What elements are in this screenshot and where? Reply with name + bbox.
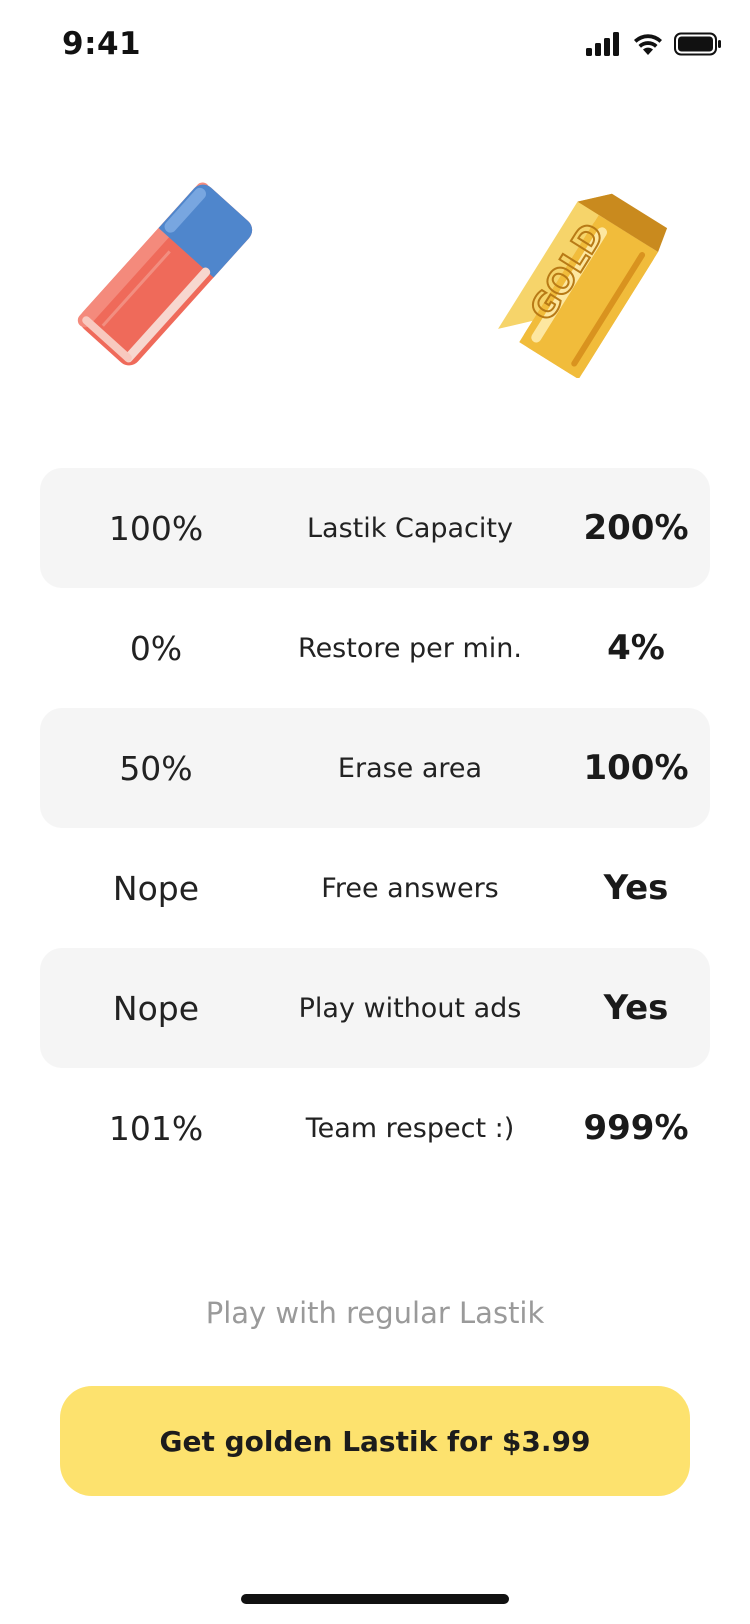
regular-value: Nope [112, 868, 200, 908]
golden-value: Yes [603, 988, 669, 1028]
status-bar: 9:41 [0, 0, 750, 92]
purchase-golden-button[interactable]: Get golden Lastik for $3.99 [60, 1386, 690, 1496]
golden-value: 200% [583, 508, 689, 548]
comparison-table: 100% Lastik Capacity 200% 0% Restore per… [40, 468, 710, 1188]
comparison-row-restore: 0% Restore per min. 4% [40, 588, 710, 708]
battery-icon [674, 32, 721, 56]
regular-value: 50% [119, 748, 193, 788]
golden-value: Yes [603, 868, 669, 908]
home-indicator[interactable] [241, 1594, 509, 1604]
cellular-signal-icon [586, 32, 619, 56]
golden-value: 4% [607, 628, 665, 668]
eraser-illustration [77, 182, 253, 366]
hero-illustrations: GOLD [0, 160, 750, 410]
regular-value: 100% [108, 508, 204, 548]
regular-value: Nope [112, 988, 200, 1028]
comparison-row-erase-area: 50% Erase area 100% [40, 708, 710, 828]
status-time: 9:41 [62, 26, 142, 62]
play-regular-link[interactable]: Play with regular Lastik [0, 1296, 750, 1330]
regular-value: 0% [129, 628, 183, 668]
comparison-row-team-respect: 101% Team respect :) 999% [40, 1068, 710, 1188]
status-icons [586, 32, 722, 56]
wifi-icon [634, 34, 662, 55]
comparison-row-free-answers: Nope Free answers Yes [40, 828, 710, 948]
golden-value: 999% [583, 1108, 689, 1148]
comparison-row-no-ads: Nope Play without ads Yes [40, 948, 710, 1068]
golden-value: 100% [583, 748, 689, 788]
regular-value: 101% [108, 1108, 204, 1148]
comparison-row-capacity: 100% Lastik Capacity 200% [40, 468, 710, 588]
gold-bar-illustration: GOLD [498, 193, 668, 378]
